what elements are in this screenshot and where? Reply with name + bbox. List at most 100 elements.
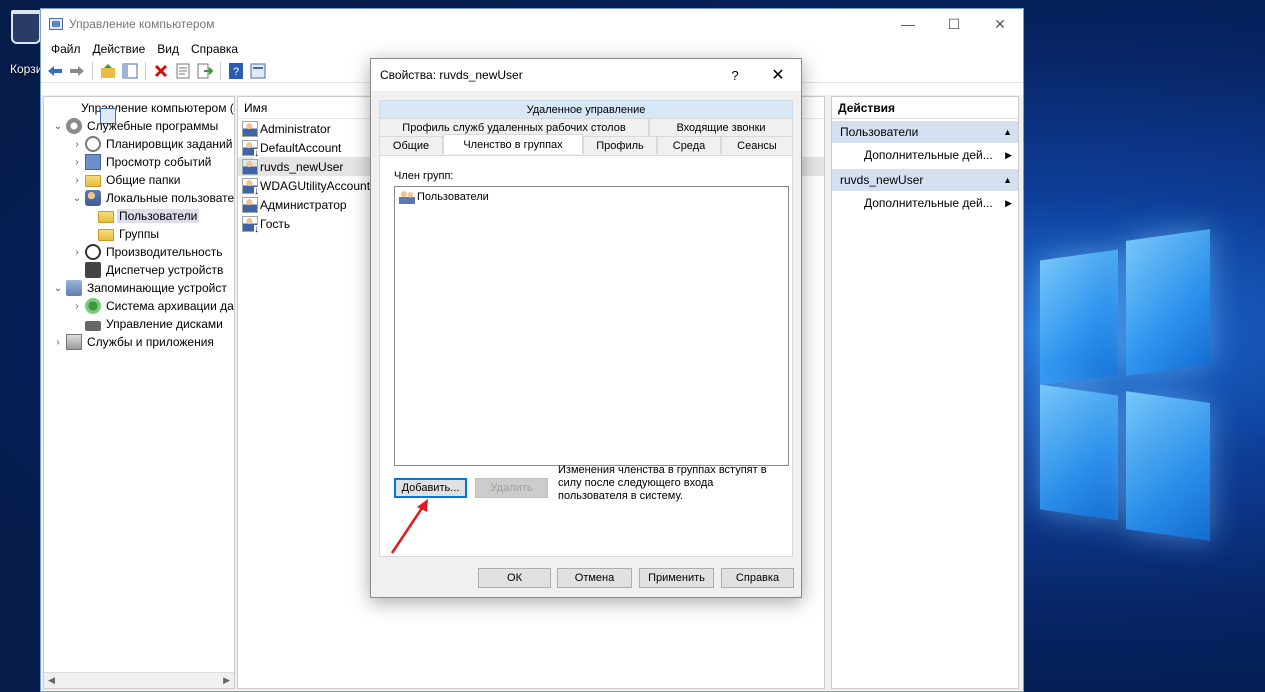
disabled-user-icon: [242, 177, 259, 197]
group-icon: [399, 190, 415, 204]
dialog-title: Свойства: ruvds_newUser: [380, 68, 523, 82]
collapse-up-icon[interactable]: ▲: [1003, 127, 1012, 137]
tree-item-local-users[interactable]: ⌄ Локальные пользовате: [71, 189, 234, 207]
folder-icon: [98, 211, 114, 223]
apply-button[interactable]: Применить: [639, 568, 714, 588]
submenu-arrow-icon: ▶: [1005, 149, 1012, 160]
folder-icon: [85, 175, 101, 187]
help-dialog-button[interactable]: Справка: [721, 568, 794, 588]
title-bar[interactable]: Управление компьютером — ☐ ✕: [41, 9, 1023, 39]
tab-remote-control[interactable]: Удаленное управление: [379, 100, 793, 118]
up-icon[interactable]: [98, 61, 118, 81]
submenu-arrow-icon: ▶: [1005, 197, 1012, 208]
chevron-right-icon[interactable]: ›: [71, 157, 83, 168]
tab-general[interactable]: Общие: [379, 136, 443, 154]
list-item[interactable]: Пользователи: [395, 187, 788, 207]
menu-file[interactable]: Файл: [45, 42, 87, 56]
chevron-down-icon[interactable]: ⌄: [52, 121, 64, 132]
tools-icon: [66, 118, 82, 134]
tab-row-2: Профиль служб удаленных рабочих столов В…: [379, 118, 793, 136]
membership-note: Изменения членства в группах вступят в с…: [558, 464, 767, 502]
menu-help[interactable]: Справка: [185, 42, 244, 56]
services-icon: [66, 334, 82, 350]
forward-icon[interactable]: [67, 61, 87, 81]
window-title: Управление компьютером: [69, 17, 215, 31]
recycle-bin-label: Корзи: [10, 62, 43, 76]
help-button[interactable]: ?: [715, 68, 755, 83]
console-icon[interactable]: [248, 61, 268, 81]
user-icon: [242, 196, 258, 213]
chevron-right-icon[interactable]: ›: [71, 139, 83, 150]
tab-dial-in[interactable]: Входящие звонки: [649, 118, 793, 136]
user-icon: [242, 120, 258, 137]
disabled-user-icon: [242, 139, 259, 159]
chevron-right-icon[interactable]: ›: [71, 247, 83, 258]
tree-item-backup[interactable]: › Система архивации да: [71, 297, 234, 315]
tree-item-device-manager[interactable]: Диспетчер устройств: [71, 261, 225, 279]
tree-item-performance[interactable]: › Производительность: [71, 243, 224, 261]
ok-button[interactable]: ОК: [478, 568, 551, 588]
chevron-down-icon[interactable]: ⌄: [71, 193, 83, 204]
windows-logo: [1030, 225, 1220, 545]
menu-action[interactable]: Действие: [87, 42, 152, 56]
dialog-close-button[interactable]: ✕: [755, 65, 801, 85]
actions-section-selected-user[interactable]: ruvds_newUser ▲: [832, 169, 1018, 191]
dialog-title-bar[interactable]: Свойства: ruvds_newUser ? ✕: [371, 59, 801, 91]
more-actions-selected-user[interactable]: Дополнительные дей... ▶: [832, 191, 1018, 215]
tree-item-storage[interactable]: ⌄ Запоминающие устройст: [52, 279, 229, 297]
tree-item-shared-folders[interactable]: › Общие папки: [71, 171, 182, 189]
tab-sessions[interactable]: Сеансы: [721, 136, 793, 154]
member-of-label: Член групп:: [394, 170, 454, 182]
clock-icon: [85, 136, 101, 152]
tab-member-of[interactable]: Членство в группах: [443, 134, 583, 154]
minimize-button[interactable]: —: [885, 9, 931, 39]
chevron-right-icon[interactable]: ›: [52, 337, 64, 348]
svg-text:?: ?: [233, 66, 239, 78]
tab-profile[interactable]: Профиль: [583, 136, 657, 154]
show-hide-tree-icon[interactable]: [120, 61, 140, 81]
users-icon: [85, 190, 101, 206]
chevron-down-icon[interactable]: ⌄: [52, 283, 64, 294]
properties-icon[interactable]: [173, 61, 193, 81]
tree-item-event-viewer[interactable]: › Просмотр событий: [71, 153, 213, 171]
back-icon[interactable]: [45, 61, 65, 81]
computer-management-icon: [49, 18, 63, 30]
folder-icon: [98, 229, 114, 241]
more-actions-users[interactable]: Дополнительные дей... ▶: [832, 143, 1018, 167]
help-icon[interactable]: ?: [226, 61, 246, 81]
member-of-tab-panel: Член групп: Пользователи Добавить... Уда…: [379, 155, 793, 557]
navigation-tree: Управление компьютером (л ⌄ Служебные про…: [43, 96, 235, 689]
tree-item-users[interactable]: Пользователи: [96, 207, 200, 225]
storage-icon: [66, 280, 82, 296]
tree-item-system-tools[interactable]: ⌄ Служебные программы: [52, 117, 220, 135]
collapse-up-icon[interactable]: ▲: [1003, 175, 1012, 185]
actions-section-users[interactable]: Пользователи ▲: [832, 121, 1018, 143]
menu-bar: Файл Действие Вид Справка: [41, 39, 1023, 59]
annotation-arrow-icon: [390, 499, 428, 554]
export-icon[interactable]: [195, 61, 215, 81]
tree-item-task-scheduler[interactable]: › Планировщик заданий: [71, 135, 234, 153]
cancel-button[interactable]: Отмена: [557, 568, 632, 588]
user-icon: [242, 158, 258, 175]
backup-icon: [85, 298, 101, 314]
remove-group-button[interactable]: Удалить: [475, 478, 548, 498]
actions-header: Действия: [832, 97, 1018, 119]
tree-item-services-apps[interactable]: › Службы и приложения: [52, 333, 216, 351]
tree-item-groups[interactable]: Группы: [96, 225, 161, 243]
chevron-right-icon[interactable]: ›: [71, 175, 83, 186]
group-list[interactable]: Пользователи: [394, 186, 789, 466]
scroll-left-icon[interactable]: ◀: [48, 675, 55, 686]
menu-view[interactable]: Вид: [151, 42, 185, 56]
tree-horizontal-scrollbar[interactable]: ◀ ▶: [44, 672, 234, 688]
tab-environment[interactable]: Среда: [657, 136, 721, 154]
tree-item-computer-management[interactable]: Управление компьютером (л: [46, 99, 234, 124]
maximize-button[interactable]: ☐: [931, 9, 977, 39]
scroll-right-icon[interactable]: ▶: [223, 675, 230, 686]
delete-icon[interactable]: [151, 61, 171, 81]
tree-item-disk-management[interactable]: Управление дисками: [71, 315, 225, 333]
close-button[interactable]: ✕: [977, 9, 1023, 39]
disk-icon: [85, 320, 101, 331]
tab-row-1: Удаленное управление: [379, 100, 793, 118]
tab-row-3: Общие Членство в группах Профиль Среда С…: [379, 134, 793, 154]
chevron-right-icon[interactable]: ›: [71, 301, 83, 312]
